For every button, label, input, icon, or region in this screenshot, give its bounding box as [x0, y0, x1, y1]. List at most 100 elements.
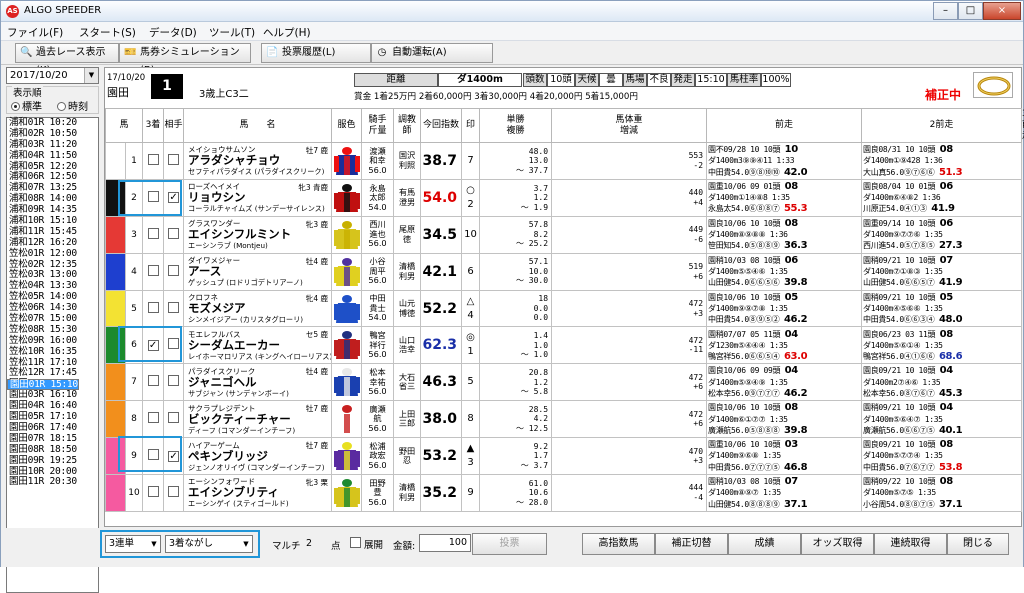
- menu-file[interactable]: ファイル(F): [7, 25, 63, 40]
- checkbox-icon[interactable]: [147, 301, 159, 313]
- prev-race-1[interactable]: 園良10/06 09 09頭 04 ダ1400m⑤⑨④⑨ 1:35 松本幸56.0⑨…: [706, 363, 863, 402]
- continuous-get-button[interactable]: 連続取得: [874, 533, 947, 555]
- c3-checkbox[interactable]: [142, 252, 165, 291]
- mark-cell[interactable]: 10: [461, 215, 481, 254]
- prev-race-1[interactable]: 園重10/06 09 01頭 08 ダ1400m①1④⑧8 1:35 永島太54.0…: [706, 178, 863, 217]
- race-list[interactable]: 浦和01R 10:20 浦和02R 10:50 浦和03R 11:20 浦和04R 1…: [6, 117, 99, 593]
- checkbox-icon[interactable]: [168, 227, 180, 239]
- checkbox-icon[interactable]: [147, 412, 159, 424]
- aite-checkbox[interactable]: [163, 252, 185, 291]
- aite-checkbox[interactable]: [163, 215, 185, 254]
- table-row[interactable]: 1 メイショウサムソン アラダシャチョウ セフティパラダイス (パラダイスクリーク) 牡…: [105, 142, 1023, 180]
- aite-checkbox[interactable]: [163, 363, 185, 402]
- race-list-item[interactable]: 園田11R 20:30: [7, 476, 98, 488]
- auto-run-button[interactable]: ◷ 自動運転(A): [371, 43, 493, 63]
- prev-race-2[interactable]: 園重09/14 10 10頭 06 ダ1400m⑨⑦⑦⑥ 1:35 西川進54.0⑤…: [861, 215, 1023, 254]
- order-standard-radio[interactable]: 標準: [11, 98, 42, 113]
- aite-checkbox[interactable]: [163, 400, 185, 439]
- mark-cell[interactable]: 7: [461, 142, 481, 180]
- close-button[interactable]: ×: [983, 2, 1021, 20]
- table-row[interactable]: 10 エーシンフォワード エイシンブリティ エーシンゲイ (スティゴールド) 牝3 栗田…: [105, 474, 1023, 512]
- checkbox-icon[interactable]: [168, 485, 180, 497]
- checkbox-icon[interactable]: [147, 227, 159, 239]
- prev-race-1[interactable]: 園良10/06 10 10頭 08 ダ1400m⑧⑨⑧⑧ 1:36 笹田知54.0⑤…: [706, 215, 863, 254]
- prev-race-2[interactable]: 園良06/23 03 11頭 08 ダ1400m⑤⑥①④ 1:35 鴨宮祥56.0④…: [861, 326, 1023, 365]
- mark-cell[interactable]: ◎ 1: [461, 326, 481, 365]
- mark-cell[interactable]: 9: [461, 474, 481, 512]
- mark-cell[interactable]: ▲ 3: [461, 437, 481, 476]
- ticket-sim-button[interactable]: 🎫馬券シミュレーション(B): [119, 43, 251, 76]
- horse-name-cell[interactable]: ハイアーゲーム ペキンブリッジ ジェンノオリイヴ (コマンダーインチーフ) 牡7 鹿: [183, 437, 333, 476]
- menu-tools[interactable]: ツール(T): [209, 25, 255, 40]
- prev-race-2[interactable]: 園良09/21 10 10頭 08 ダ1400m⑤⑦⑦④ 1:35 中田貴56.0⑦…: [861, 437, 1023, 476]
- horse-name-cell[interactable]: エーシンフォワード エイシンブリティ エーシンゲイ (スティゴールド) 牝3 栗: [183, 474, 333, 512]
- prev-race-2[interactable]: 園良09/21 10 10頭 04 ダ1400m2⑦④⑥ 1:35 松本幸56.0⑧…: [861, 363, 1023, 402]
- chevron-down-icon[interactable]: ▼: [84, 68, 98, 83]
- maximize-button[interactable]: □: [958, 2, 983, 20]
- table-row[interactable]: 5 クロフネ モズメジア シンメイジアー (カリスタグローリ) 牝4 鹿中田 貴士 54.0…: [105, 289, 1023, 328]
- aite-checkbox[interactable]: [163, 142, 185, 180]
- checkbox-icon[interactable]: [168, 412, 180, 424]
- horse-name-cell[interactable]: グラスワンダー エイシンフルミント エーシンラブ (Montjeu) 牝3 鹿: [183, 215, 333, 254]
- horse-name-cell[interactable]: モエレフルバス シーダムエーカー レイホーマロリアス (キングヘイローリアス) セ5 …: [183, 326, 333, 365]
- race-list-item[interactable]: 笠松01R 12:00: [7, 248, 98, 260]
- checkbox-icon[interactable]: [168, 301, 180, 313]
- menu-start[interactable]: スタート(S): [79, 25, 136, 40]
- mark-cell[interactable]: △ 4: [461, 289, 481, 328]
- horse-name-cell[interactable]: クロフネ モズメジア シンメイジアー (カリスタグローリ) 牝4 鹿: [183, 289, 333, 328]
- prev-race-1[interactable]: 園良10/06 10 10頭 08 ダ1400m⑥①⑦⑦ 1:35 廣瀬航56.0⑤…: [706, 400, 863, 439]
- checkbox-icon[interactable]: [147, 264, 159, 276]
- get-odds-button[interactable]: オッズ取得: [801, 533, 874, 555]
- menu-data[interactable]: データ(D): [149, 25, 197, 40]
- aite-checkbox[interactable]: [163, 474, 185, 512]
- horse-name-cell[interactable]: パラダイスクリーク ジャニゴヘル サブジャン (サンデャンボーイ) 牡4 鹿: [183, 363, 333, 402]
- table-row[interactable]: 4 ダイワメジャー アース ゲッシュプ (ロドリゴデトリアーノ) 牡4 鹿小谷 周平 56.…: [105, 252, 1023, 291]
- checkbox-icon[interactable]: [147, 485, 159, 497]
- checkbox-icon[interactable]: [147, 375, 159, 387]
- prev-race-2[interactable]: 園稍09/21 10 10頭 04 ダ1400m⑤⑥④⑦ 1:35 廣瀬航56.0⑥…: [861, 400, 1023, 439]
- prev-race-2[interactable]: 園稍09/22 10 10頭 08 ダ1400m⑤⑦⑤ 1:35 小谷周54.0⑧⑧…: [861, 474, 1023, 512]
- prev-race-1[interactable]: 園稍10/03 08 10頭 07 ダ1400m⑧⑨⑦ 1:35 山田健54.0⑧⑧…: [706, 474, 863, 512]
- prev-race-2[interactable]: 園良08/04 10 01頭 06 ダ1400m⑥④⑧2 1:36 川原正54.0④…: [861, 178, 1023, 217]
- table-row[interactable]: 8 サクラプレジデント ビックティーチャー ディーフ (コマンダーインチーフ) 牡7 鹿…: [105, 400, 1023, 439]
- race-list-item[interactable]: 園田08R 18:50: [7, 444, 98, 456]
- prev-race-2[interactable]: 園稍09/21 10 10頭 05 ダ1400m④⑤⑥⑥ 1:35 中田貴54.0⑥…: [861, 289, 1023, 328]
- table-row[interactable]: 7 パラダイスクリーク ジャニゴヘル サブジャン (サンデャンボーイ) 牡4 鹿松本 幸祐…: [105, 363, 1023, 402]
- prev-race-1[interactable]: 園稍10/03 08 10頭 06 ダ1400m⑤⑤④⑥ 1:35 山田健54.0⑥…: [706, 252, 863, 291]
- c3-checkbox[interactable]: [142, 400, 165, 439]
- c3-checkbox[interactable]: [142, 363, 165, 402]
- amount-input[interactable]: 100: [419, 534, 471, 552]
- race-list-item[interactable]: 園田09R 19:25: [7, 455, 98, 467]
- mark-cell[interactable]: 5: [461, 363, 481, 402]
- prev-race-1[interactable]: 園不09/28 10 10頭 10 ダ1400m3⑨⑨④11 1:33 中田貴54.…: [706, 142, 863, 180]
- race-list-item[interactable]: 園田01R 15:10: [7, 379, 79, 390]
- mark-cell[interactable]: 8: [461, 400, 481, 439]
- horse-name-cell[interactable]: メイショウサムソン アラダシャチョウ セフティパラダイス (パラダイスクリーク) 牡7…: [183, 142, 333, 180]
- checkbox-icon[interactable]: [168, 375, 180, 387]
- menu-help[interactable]: ヘルプ(H): [263, 25, 311, 40]
- mark-cell[interactable]: ○ 2: [461, 178, 481, 217]
- aite-checkbox[interactable]: [163, 289, 185, 328]
- c3-checkbox[interactable]: [142, 142, 165, 180]
- minimize-button[interactable]: –: [933, 2, 958, 20]
- c3-checkbox[interactable]: [142, 474, 165, 512]
- order-time-radio[interactable]: 時刻: [57, 98, 88, 113]
- vote-button[interactable]: 投票: [472, 533, 547, 555]
- horse-name-cell[interactable]: サクラプレジデント ビックティーチャー ディーフ (コマンダーインチーフ) 牡7 鹿: [183, 400, 333, 439]
- mark-cell[interactable]: 6: [461, 252, 481, 291]
- high-index-button[interactable]: 高指数馬: [582, 533, 655, 555]
- table-row[interactable]: 6 ✓ モエレフルバス シーダムエーカー レイホーマロリアス (キングヘイローリアス) セ…: [105, 326, 1023, 365]
- table-row[interactable]: 3 グラスワンダー エイシンフルミント エーシンラブ (Montjeu) 牝3 鹿西川進…: [105, 215, 1023, 254]
- results-button[interactable]: 成績: [728, 533, 801, 555]
- table-row[interactable]: 9 ✓ ハイアーゲーム ペキンブリッジ ジェンノオリイヴ (コマンダーインチーフ) 牡7 …: [105, 437, 1023, 476]
- prev-race-1[interactable]: 園重10/06 10 10頭 03 ダ1400m⑨⑥⑧ 1:35 中田貴56.0⑦⑦…: [706, 437, 863, 476]
- prev-race-1[interactable]: 園良10/06 10 10頭 05 ダ1400m⑨⑨⑦⑧ 1:35 中田貴54.0⑧…: [706, 289, 863, 328]
- vote-history-button[interactable]: 📄 投票履歴(L): [261, 43, 371, 63]
- prev-race-2[interactable]: 園良08/31 10 10頭 08 ダ1400m①⑨428 1:36 大山真56.0…: [861, 142, 1023, 180]
- past-race-button[interactable]: 🔍過去レース表示(K): [15, 43, 119, 76]
- date-picker[interactable]: 2017/10/20 ▼: [6, 67, 99, 84]
- prev-race-2[interactable]: 園稍09/21 10 10頭 07 ダ1400m⑦①⑧③ 1:35 山田健54.0⑥…: [861, 252, 1023, 291]
- c3-checkbox[interactable]: [142, 289, 165, 328]
- race-list-item[interactable]: 浦和04R 11:50: [7, 150, 98, 162]
- checkbox-icon[interactable]: [168, 264, 180, 276]
